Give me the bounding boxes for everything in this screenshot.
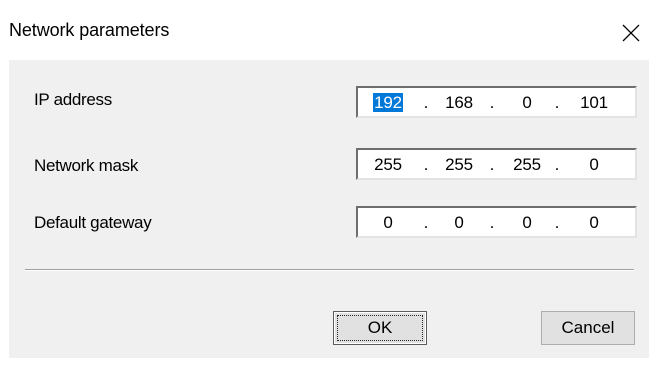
close-icon — [622, 24, 640, 42]
dialog-body: IP address 192 . 168 . 0 . 101 Network m… — [9, 60, 649, 358]
ok-button[interactable]: OK — [333, 311, 427, 345]
ip-address-octet-3[interactable]: 0 — [505, 92, 549, 114]
network-mask-field[interactable]: 255 . 255 . 255 . 0 — [356, 148, 637, 180]
octet-separator: . — [489, 93, 495, 112]
octet-separator: . — [554, 213, 560, 232]
network-mask-octet-1[interactable]: 255 — [366, 154, 410, 176]
octet-separator: . — [423, 213, 429, 232]
default-gateway-label: Default gateway — [34, 213, 152, 232]
default-gateway-octet-2[interactable]: 0 — [437, 212, 481, 234]
title-bar: Network parameters — [0, 0, 654, 60]
network-mask-octet-2[interactable]: 255 — [437, 154, 481, 176]
close-button[interactable] — [608, 13, 654, 53]
default-gateway-octet-3[interactable]: 0 — [505, 212, 549, 234]
ip-address-octet-1[interactable]: 192 — [366, 92, 410, 114]
cancel-button-label: Cancel — [561, 318, 615, 337]
divider — [25, 269, 634, 271]
default-gateway-field[interactable]: 0 . 0 . 0 . 0 — [356, 206, 637, 238]
ip-address-octet-2[interactable]: 168 — [437, 92, 481, 114]
octet-separator: . — [423, 155, 429, 174]
cancel-button[interactable]: Cancel — [541, 311, 635, 345]
dialog-title: Network parameters — [9, 20, 170, 40]
default-gateway-octet-1[interactable]: 0 — [366, 212, 410, 234]
octet-separator: . — [554, 155, 560, 174]
network-mask-octet-3[interactable]: 255 — [505, 154, 549, 176]
octet-separator: . — [423, 93, 429, 112]
ip-address-octet-4[interactable]: 101 — [572, 92, 616, 114]
default-gateway-octet-4[interactable]: 0 — [572, 212, 616, 234]
ip-address-field[interactable]: 192 . 168 . 0 . 101 — [356, 86, 637, 118]
network-mask-label: Network mask — [34, 156, 139, 175]
network-mask-octet-4[interactable]: 0 — [572, 154, 616, 176]
octet-separator: . — [489, 155, 495, 174]
octet-separator: . — [554, 93, 560, 112]
ip-address-label: IP address — [34, 90, 112, 109]
octet-separator: . — [489, 213, 495, 232]
focus-rectangle — [337, 315, 423, 341]
network-parameters-dialog: Network parameters IP address 192 . 168 … — [0, 0, 654, 367]
